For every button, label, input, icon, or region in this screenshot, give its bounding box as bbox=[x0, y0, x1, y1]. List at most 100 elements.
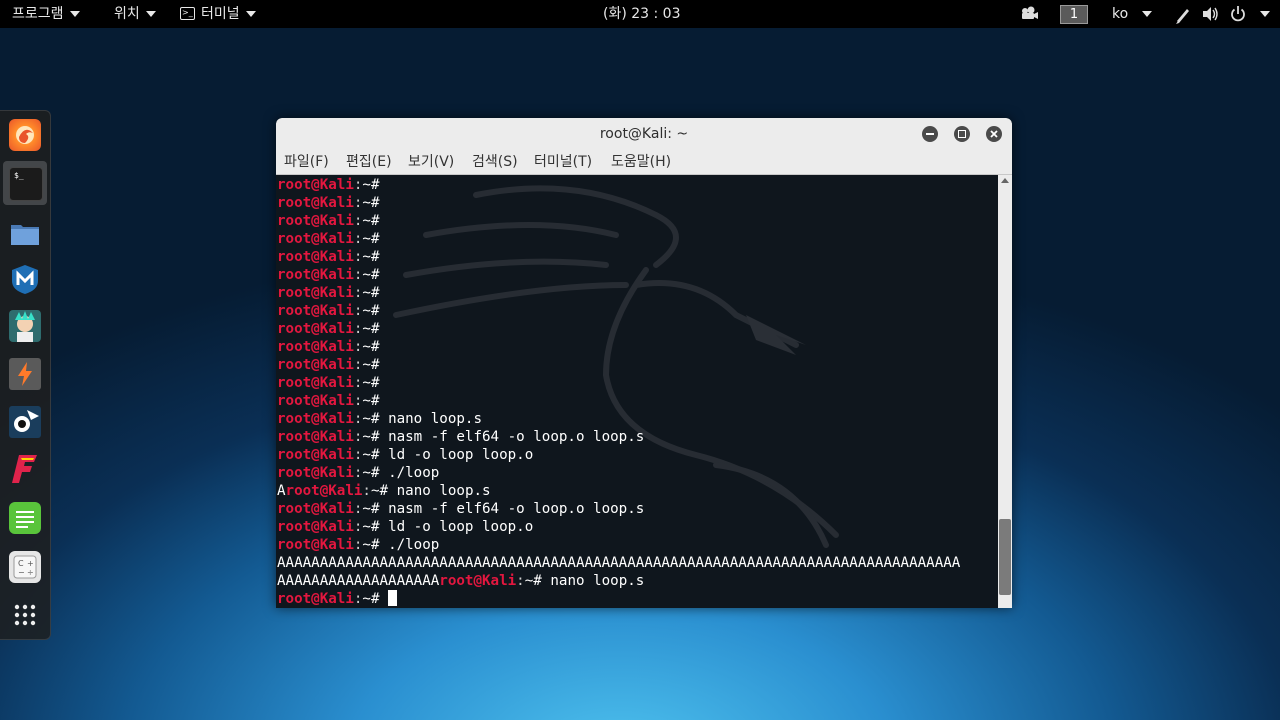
terminal-line: root@Kali:~# nasm -f elf64 -o loop.o loo… bbox=[277, 500, 998, 518]
minimize-button[interactable] bbox=[922, 126, 938, 142]
power-icon[interactable] bbox=[1230, 0, 1246, 28]
terminal-line: root@Kali:~# bbox=[277, 356, 998, 374]
app-menu-label: 터미널 bbox=[201, 6, 240, 22]
menu-terminal[interactable]: 터미널(T) bbox=[534, 150, 592, 174]
svg-text:C: C bbox=[18, 559, 24, 568]
menu-help[interactable]: 도움말(H) bbox=[611, 150, 671, 174]
show-apps-icon[interactable] bbox=[9, 599, 41, 631]
power-menu-chevron[interactable] bbox=[1254, 0, 1270, 28]
prompt-path: ~# bbox=[362, 429, 380, 445]
video-camera-icon[interactable] bbox=[1020, 0, 1038, 28]
workspace-indicator[interactable]: 1 bbox=[1060, 5, 1088, 24]
chevron-down-icon bbox=[1142, 11, 1153, 17]
faraday-icon[interactable] bbox=[9, 453, 41, 485]
program-output: AAAAAAAAAAAAAAAAAAA bbox=[277, 573, 440, 589]
prompt-path: ~# bbox=[362, 339, 380, 355]
close-icon bbox=[990, 130, 998, 138]
prompt-path: ~# bbox=[362, 195, 380, 211]
prompt-user: root@Kali bbox=[285, 483, 363, 499]
chevron-down-icon bbox=[145, 11, 156, 17]
menu-edit[interactable]: 편집(E) bbox=[346, 150, 392, 174]
text-editor-icon[interactable] bbox=[9, 502, 41, 534]
terminal-line: root@Kali:~# ./loop bbox=[277, 536, 998, 554]
prompt-path: ~# bbox=[362, 285, 380, 301]
app-menu[interactable]: >_ 터미널 bbox=[180, 0, 256, 28]
menu-search[interactable]: 검색(S) bbox=[472, 150, 518, 174]
prompt-user: root@Kali bbox=[277, 321, 354, 337]
command-text: nasm -f elf64 -o loop.o loop.s bbox=[388, 429, 645, 445]
terminal-line: AAAAAAAAAAAAAAAAAAAAAAAAAAAAAAAAAAAAAAAA… bbox=[277, 554, 998, 572]
terminal-line: root@Kali:~# bbox=[277, 392, 998, 410]
prompt-path: ~# bbox=[362, 357, 380, 373]
terminal-icon: >_ bbox=[180, 6, 195, 20]
chevron-down-icon bbox=[245, 11, 256, 17]
command-text: ./loop bbox=[388, 537, 440, 553]
prompt-path: ~# bbox=[362, 501, 380, 517]
prompt-user: root@Kali bbox=[277, 411, 354, 427]
svg-text:+: + bbox=[27, 559, 34, 568]
clock[interactable]: (화) 23 : 03 bbox=[603, 0, 681, 28]
prompt-user: root@Kali bbox=[277, 285, 354, 301]
armitage-icon[interactable] bbox=[9, 310, 41, 342]
window-menubar: 파일(F) 편집(E) 보기(V) 검색(S) 터미널(T) 도움말(H) bbox=[276, 150, 1012, 175]
terminal-line: root@Kali:~# bbox=[277, 266, 998, 284]
prompt-path: ~# bbox=[362, 249, 380, 265]
terminal-line: root@Kali:~# nasm -f elf64 -o loop.o loo… bbox=[277, 428, 998, 446]
prompt-path: ~# bbox=[362, 213, 380, 229]
prompt-path: ~# bbox=[362, 447, 380, 463]
terminal-window: root@Kali: ~ 파일(F) 편집(E) 보기(V) 검색(S) 터미널… bbox=[276, 118, 1012, 608]
scroll-up-icon[interactable] bbox=[1001, 178, 1009, 183]
terminal-line: root@Kali:~# bbox=[277, 212, 998, 230]
terminal-line: root@Kali:~# ld -o loop loop.o bbox=[277, 446, 998, 464]
terminal-line: root@Kali:~# bbox=[277, 338, 998, 356]
command-text: nano loop.s bbox=[388, 411, 483, 427]
programs-menu[interactable]: 프로그램 bbox=[12, 0, 80, 28]
prompt-user: root@Kali bbox=[277, 195, 354, 211]
menu-file[interactable]: 파일(F) bbox=[284, 150, 329, 174]
maximize-button[interactable] bbox=[954, 126, 970, 142]
maltego-icon[interactable] bbox=[9, 406, 41, 438]
prompt-user: root@Kali bbox=[277, 537, 354, 553]
prompt-user: root@Kali bbox=[277, 519, 354, 535]
window-titlebar[interactable]: root@Kali: ~ bbox=[276, 118, 1012, 150]
top-panel: 프로그램 위치 >_ 터미널 (화) 23 : 03 1 ko bbox=[0, 0, 1280, 28]
prompt-path: ~# bbox=[362, 537, 380, 553]
calculator-icon[interactable]: C + − ÷ bbox=[9, 551, 41, 583]
terminal-area[interactable]: root@Kali:~# root@Kali:~# root@Kali:~# root… bbox=[276, 175, 998, 608]
scrollbar-thumb[interactable] bbox=[999, 519, 1011, 595]
prompt-user: root@Kali bbox=[439, 573, 517, 589]
burpsuite-icon[interactable] bbox=[9, 358, 41, 390]
prompt-path: ~# bbox=[362, 465, 380, 481]
files-icon[interactable] bbox=[9, 217, 41, 249]
input-method-menu[interactable]: ko bbox=[1112, 0, 1153, 28]
prompt-path: ~# bbox=[362, 303, 380, 319]
prompt-path: ~# bbox=[362, 375, 380, 391]
menu-view[interactable]: 보기(V) bbox=[408, 150, 454, 174]
prompt-path: ~# bbox=[362, 177, 380, 193]
prompt-path: ~# bbox=[362, 321, 380, 337]
terminal-line: root@Kali:~# bbox=[277, 284, 998, 302]
terminal-icon[interactable]: $_ bbox=[3, 161, 47, 205]
prompt-user: root@Kali bbox=[277, 447, 354, 463]
close-button[interactable] bbox=[986, 126, 1002, 142]
pen-icon[interactable] bbox=[1174, 0, 1192, 28]
maximize-icon bbox=[958, 130, 966, 138]
terminal-output: root@Kali:~# root@Kali:~# root@Kali:~# root… bbox=[277, 176, 998, 608]
terminal-line: root@Kali:~# bbox=[277, 248, 998, 266]
firefox-icon[interactable] bbox=[9, 119, 41, 151]
terminal-scrollbar[interactable] bbox=[998, 175, 1012, 608]
terminal-line: root@Kali:~# ./loop bbox=[277, 464, 998, 482]
minimize-icon bbox=[926, 133, 934, 135]
places-menu[interactable]: 위치 bbox=[114, 0, 156, 28]
svg-text:÷: ÷ bbox=[27, 568, 34, 577]
volume-icon[interactable] bbox=[1201, 0, 1221, 28]
prompt-user: root@Kali bbox=[277, 501, 354, 517]
prompt-path: ~# bbox=[370, 483, 389, 499]
terminal-line: root@Kali:~# bbox=[277, 176, 998, 194]
terminal-line: root@Kali:~# bbox=[277, 320, 998, 338]
prompt-user: root@Kali bbox=[277, 267, 354, 283]
metasploit-icon[interactable] bbox=[9, 263, 41, 295]
chevron-down-icon bbox=[1260, 11, 1270, 17]
command-text: ld -o loop loop.o bbox=[388, 519, 534, 535]
prompt-path: ~# bbox=[524, 573, 542, 589]
